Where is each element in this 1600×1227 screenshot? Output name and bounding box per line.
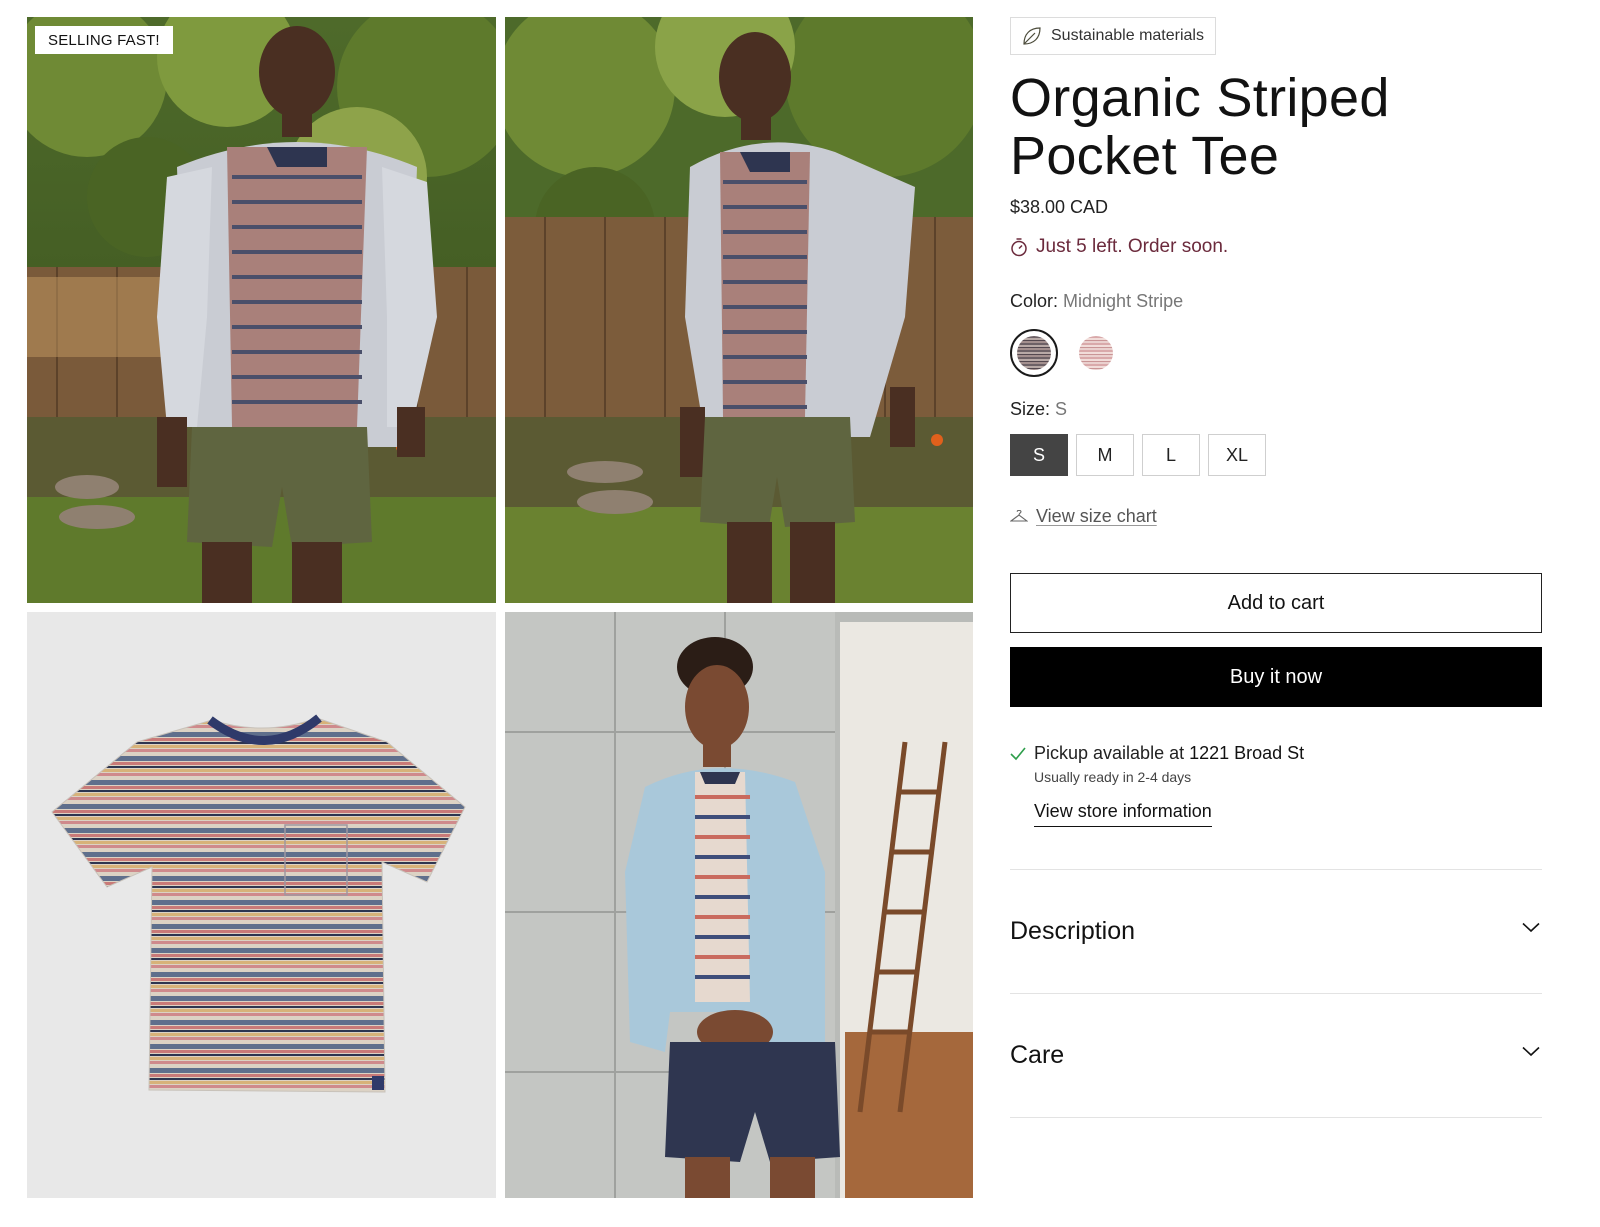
selected-size-value: S [1055,399,1068,419]
product-image-1[interactable] [27,17,496,603]
low-stock-notice: Just 5 left. Order soon. [1010,236,1542,258]
accordion-care-title: Care [1010,1041,1065,1069]
product-image-4[interactable] [505,612,973,1198]
pickup-text: Pickup available at 1221 Broad St [1034,743,1304,764]
pickup-ready-time: Usually ready in 2-4 days [1034,769,1192,785]
sustainable-materials-tag: Sustainable materials [1010,17,1216,55]
chevron-down-icon [1522,922,1540,933]
size-label-text: Size: [1010,399,1051,419]
product-title: Organic Striped Pocket Tee [1010,68,1390,186]
flatlay-tee-photo [27,612,496,1198]
pickup-location: 1221 Broad St [1189,743,1305,763]
product-info: Sustainable materials Organic Striped Po… [1010,17,1542,1118]
swatch-midnight-stripe[interactable] [1010,329,1058,377]
swatch-rose-stripe-fill [1079,336,1113,370]
swatch-midnight-stripe-fill [1017,336,1051,370]
studio-photo [505,612,973,1198]
product-price: $38.00 CAD [1010,197,1109,217]
size-option-m[interactable]: M [1076,434,1134,476]
size-label: Size: S [1010,399,1542,420]
selected-color-value: Midnight Stripe [1063,291,1184,311]
stopwatch-icon [1011,238,1027,257]
accordion-care[interactable]: Care [1010,994,1542,1118]
size-options: S M L XL [1010,434,1542,476]
size-option-s[interactable]: S [1010,434,1068,476]
pickup-prefix: Pickup available at [1034,743,1190,763]
low-stock-text: Just 5 left. Order soon. [1036,236,1229,257]
garden-photo [505,17,973,603]
check-icon [1010,747,1026,761]
swatch-rose-stripe[interactable] [1072,329,1120,377]
chevron-down-icon [1522,1046,1540,1057]
product-image-3[interactable] [27,612,496,1198]
pickup-details: Pickup available at 1221 Broad St Usuall… [1034,743,1304,827]
view-size-chart-link[interactable]: View size chart [1010,506,1542,527]
size-option-l[interactable]: L [1142,434,1200,476]
color-swatches [1010,329,1542,377]
accordion-description[interactable]: Description [1010,870,1542,994]
color-label-text: Color: [1010,291,1059,311]
pickup-availability: Pickup available at 1221 Broad St Usuall… [1010,743,1542,827]
buy-it-now-button[interactable]: Buy it now [1010,647,1542,707]
accordion-description-title: Description [1010,917,1136,945]
size-option-xl[interactable]: XL [1208,434,1266,476]
size-chart-label: View size chart [1036,506,1157,526]
view-store-information-link[interactable]: View store information [1034,801,1212,827]
tag-label: Sustainable materials [1051,27,1204,44]
garden-photo [27,17,496,603]
product-image-2[interactable] [505,17,973,603]
add-to-cart-button[interactable]: Add to cart [1010,573,1542,633]
color-label: Color: Midnight Stripe [1010,291,1542,312]
selling-fast-badge: SELLING FAST! [35,26,173,54]
leaf-icon [1023,27,1041,45]
hanger-icon [1010,509,1028,522]
product-accordions: Description Care [1010,869,1542,1118]
